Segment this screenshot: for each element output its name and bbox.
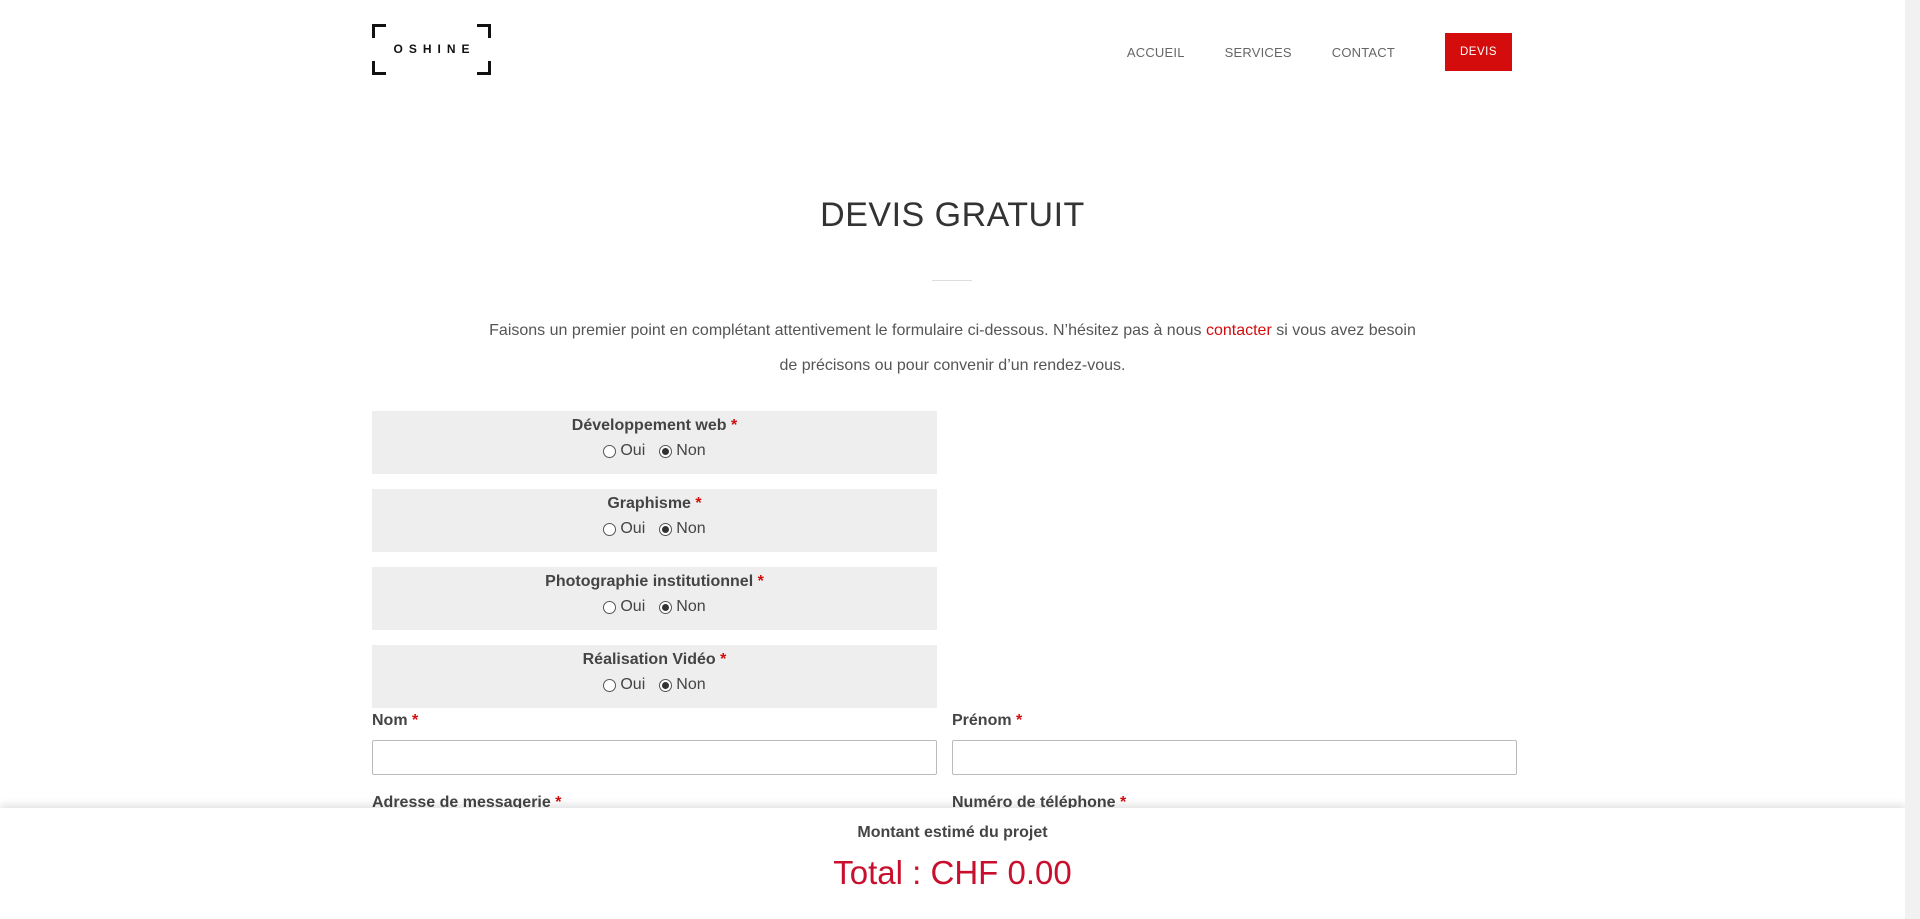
radio-button[interactable] [603,678,617,692]
oshine-logo[interactable]: OSHINE [372,24,491,75]
page-title: DEVIS GRATUIT [820,196,1085,234]
contact-link[interactable]: contacter [1206,322,1272,339]
radio-button-checked[interactable] [659,444,673,458]
question-developpement-web: Développement web * Oui Non [372,411,937,474]
radio-oui[interactable]: Oui [603,520,645,538]
required-asterisk: * [1016,712,1023,729]
radio-button-checked[interactable] [659,522,673,536]
question-photographie: Photographie institutionnel * Oui Non [372,567,937,630]
logo-corner [477,24,491,38]
site-header: OSHINE ACCUEIL SERVICES CONTACT DEVIS [0,0,1920,100]
page-scrollbar[interactable] [1905,0,1920,919]
main-nav: ACCUEIL SERVICES CONTACT DEVIS [1087,33,1512,71]
question-label: Réalisation Vidéo * [372,651,937,669]
radio-group: Oui Non [372,520,937,538]
prenom-label: Prénom * [952,712,1022,730]
radio-group: Oui Non [372,598,937,616]
estimate-bar: Montant estimé du projet Total : CHF 0.0… [0,808,1905,919]
required-asterisk: * [720,651,727,668]
nom-input[interactable] [372,740,937,775]
nav-services[interactable]: SERVICES [1225,45,1292,60]
radio-group: Oui Non [372,676,937,694]
nav-contact[interactable]: CONTACT [1332,45,1395,60]
radio-label: Non [676,598,706,615]
estimate-label: Montant estimé du projet [857,824,1048,841]
radio-label: Oui [620,598,646,615]
radio-label: Oui [620,520,646,537]
nav-devis-button[interactable]: DEVIS [1445,33,1512,71]
question-label-text: Graphisme [607,495,691,512]
radio-oui[interactable]: Oui [603,442,645,460]
radio-button[interactable] [603,444,617,458]
radio-label: Non [676,520,706,537]
question-label: Développement web * [372,417,937,435]
estimate-total: Total : CHF 0.00 [833,854,1072,891]
radio-oui[interactable]: Oui [603,598,645,616]
radio-non[interactable]: Non [659,520,706,538]
question-label: Photographie institutionnel * [372,573,937,591]
required-asterisk: * [730,417,738,434]
logo-corner [477,61,491,75]
nav-accueil[interactable]: ACCUEIL [1127,45,1185,60]
radio-non[interactable]: Non [659,442,706,460]
radio-button-checked[interactable] [659,678,673,692]
required-asterisk: * [412,712,419,729]
radio-label: Non [676,676,706,693]
radio-non[interactable]: Non [659,676,706,694]
intro-text: Faisons un premier point en complétant a… [480,313,1425,383]
radio-group: Oui Non [372,442,937,460]
radio-button-checked[interactable] [659,600,673,614]
radio-button[interactable] [603,522,617,536]
logo-text: OSHINE [393,42,476,56]
question-graphisme: Graphisme * Oui Non [372,489,937,552]
question-realisation-video: Réalisation Vidéo * Oui Non [372,645,937,708]
radio-label: Non [676,442,706,459]
logo-corner [372,61,386,75]
prenom-label-text: Prénom [952,712,1012,729]
radio-label: Oui [620,442,646,459]
radio-oui[interactable]: Oui [603,676,645,694]
prenom-input[interactable] [952,740,1517,775]
required-asterisk: * [695,495,702,512]
required-asterisk: * [757,573,764,590]
radio-label: Oui [620,676,646,693]
radio-button[interactable] [603,600,617,614]
radio-non[interactable]: Non [659,598,706,616]
intro-text-before: Faisons un premier point en complétant a… [489,322,1206,339]
question-label-text: Développement web [571,417,727,434]
question-label: Graphisme * [372,495,937,513]
title-divider [932,280,972,281]
nom-label-text: Nom [372,712,408,729]
question-label-text: Réalisation Vidéo [582,651,716,668]
logo-corner [372,24,386,38]
question-label-text: Photographie institutionnel [545,573,754,590]
nom-label: Nom * [372,712,418,730]
